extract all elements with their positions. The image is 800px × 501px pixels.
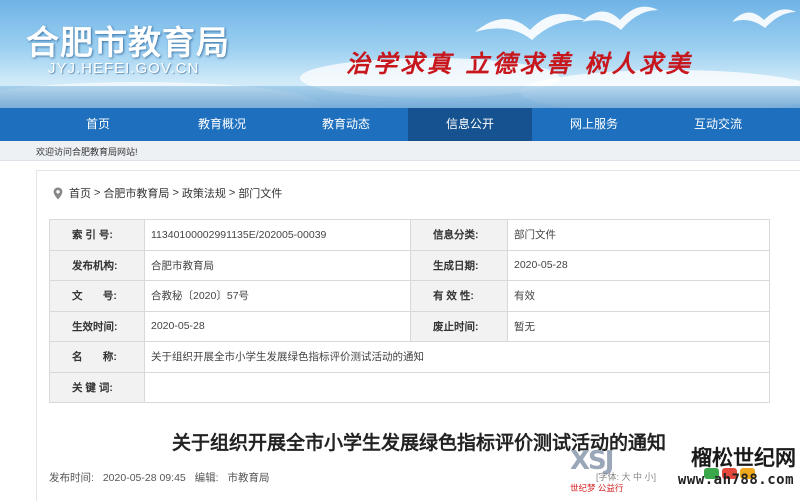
effective-date-label: 生效时间: <box>49 310 145 342</box>
created-date-label: 生成日期: <box>410 249 508 281</box>
welcome-bar: 欢迎访问合肥教育局网站! <box>0 141 800 161</box>
watermark-tagline: 世纪梦 公益行 <box>570 483 624 493</box>
validity-label: 有 效 性: <box>410 280 508 312</box>
table-row: 关 键 词: <box>49 371 770 403</box>
nav-item-online-services[interactable]: 网上服务 <box>532 108 656 141</box>
table-row: 索 引 号: 11340100002991135E/202005-00039 信… <box>49 219 770 251</box>
table-row: 名 称: 关于组织开展全市小学生发展绿色指标评价测试活动的通知 <box>49 341 770 373</box>
breadcrumb-separator: > <box>172 187 179 199</box>
effective-date-value: 2020-05-28 <box>144 310 411 342</box>
doc-no-value: 合教秘〔2020〕57号 <box>144 280 411 312</box>
breadcrumb-dept-docs[interactable]: 部门文件 <box>238 185 282 201</box>
issuer-label: 发布机构: <box>49 249 145 281</box>
index-no-value: 11340100002991135E/202005-00039 <box>144 219 411 251</box>
seagull-icon <box>582 6 658 30</box>
publish-info: 发布时间: 2020-05-28 09:45 编辑: 市教育局 <box>49 470 276 485</box>
keywords-value <box>144 371 770 403</box>
keywords-label: 关 键 词: <box>49 371 145 403</box>
editor-value: 市教育局 <box>227 472 270 484</box>
table-row: 生效时间: 2020-05-28 废止时间: 暂无 <box>49 310 770 342</box>
breadcrumb-bureau[interactable]: 合肥市教育局 <box>103 185 169 201</box>
main-nav: 首页 教育概况 教育动态 信息公开 网上服务 互动交流 <box>0 108 800 141</box>
issuer-value: 合肥市教育局 <box>144 249 411 281</box>
validity-value: 有效 <box>507 280 770 312</box>
header-banner: 合肥市教育局 JYJ.HEFEI.GOV.CN 治学求真 立德求善 树人求美 <box>0 0 800 108</box>
document-meta-table: 索 引 号: 11340100002991135E/202005-00039 信… <box>49 219 770 403</box>
doc-no-label: 文 号: <box>49 280 145 312</box>
welcome-text: 欢迎访问合肥教育局网站! <box>36 147 138 157</box>
table-row: 文 号: 合教秘〔2020〕57号 有 效 性: 有效 <box>49 280 770 312</box>
table-row: 发布机构: 合肥市教育局 生成日期: 2020-05-28 <box>49 249 770 281</box>
site-slogan: 治学求真 立德求善 树人求美 <box>346 49 693 78</box>
publish-time-value: 2020-05-28 09:45 <box>102 472 186 484</box>
site-url: JYJ.HEFEI.GOV.CN <box>48 60 200 77</box>
created-date-value: 2020-05-28 <box>507 249 770 281</box>
abolish-date-value: 暂无 <box>507 310 770 342</box>
page: 合肥市教育局 JYJ.HEFEI.GOV.CN 治学求真 立德求善 树人求美 首… <box>0 0 800 501</box>
publish-time-label: 发布时间: <box>49 472 94 484</box>
nav-item-overview[interactable]: 教育概况 <box>160 108 284 141</box>
nav-item-news[interactable]: 教育动态 <box>284 108 408 141</box>
nav-item-interaction[interactable]: 互动交流 <box>656 108 780 141</box>
seagull-icon <box>732 9 796 29</box>
breadcrumb-home[interactable]: 首页 <box>69 185 91 201</box>
breadcrumb-separator: > <box>228 187 236 199</box>
category-label: 信息分类: <box>410 219 508 251</box>
location-pin-icon <box>53 187 63 199</box>
watermark-url: www.ah788.com <box>677 472 794 488</box>
sea-decoration <box>0 86 800 108</box>
watermark-logo-left: XSJ [字体: 大 中 小] 世纪梦 公益行 <box>566 444 666 494</box>
nav-item-home[interactable]: 首页 <box>36 108 160 141</box>
breadcrumb: 首页 > 合肥市教育局 > 政策法规 > 部门文件 <box>53 185 282 201</box>
site-title: 合肥市教育局 <box>26 23 230 62</box>
index-no-label: 索 引 号: <box>49 219 145 251</box>
category-value: 部门文件 <box>507 219 770 251</box>
nav-item-info-disclosure[interactable]: 信息公开 <box>408 108 532 141</box>
name-label: 名 称: <box>49 341 145 373</box>
editor-label: 编辑: <box>194 472 219 484</box>
breadcrumb-policy[interactable]: 政策法规 <box>182 185 226 201</box>
name-value: 关于组织开展全市小学生发展绿色指标评价测试活动的通知 <box>144 341 770 373</box>
abolish-date-label: 废止时间: <box>410 310 508 342</box>
watermark-logo-right: 榴松世纪网 www.ah788.com <box>664 442 800 498</box>
breadcrumb-separator: > <box>94 187 101 199</box>
